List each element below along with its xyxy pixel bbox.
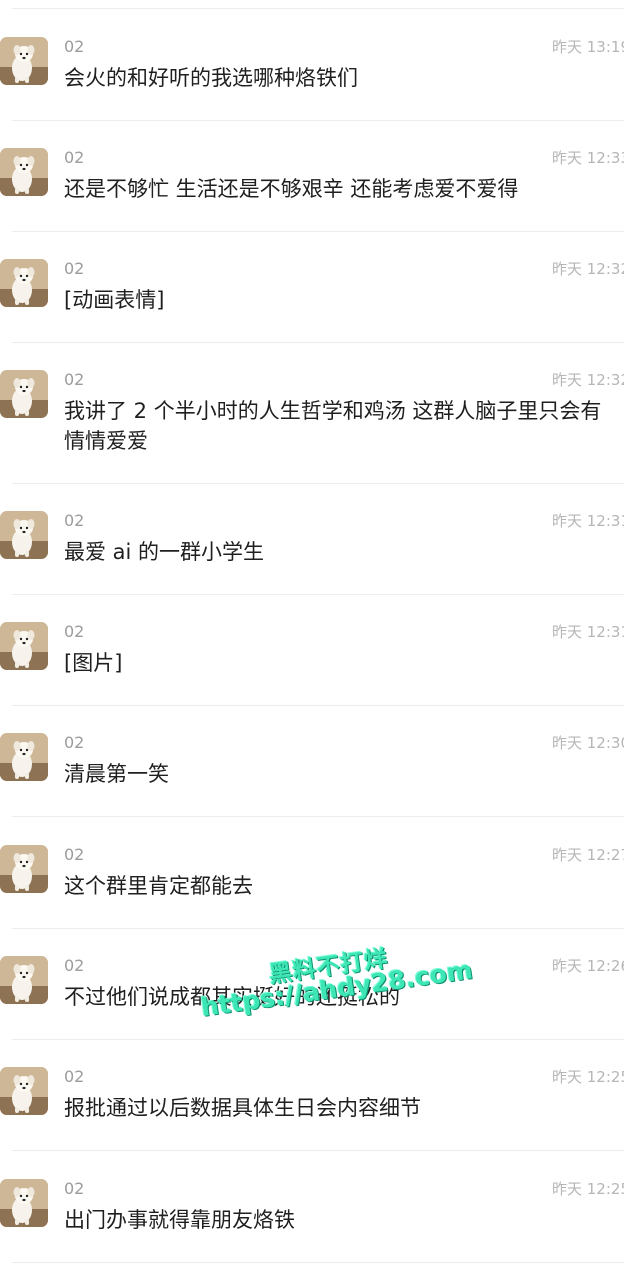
message-text: 清晨第一笑: [64, 762, 169, 786]
avatar[interactable]: [0, 37, 48, 85]
message-time: 昨天 12:31: [552, 512, 624, 530]
divider: [12, 342, 624, 343]
divider: [12, 120, 624, 121]
message-text: 不过他们说成都其实挺好的还挺松的: [64, 985, 400, 1009]
message-text: [动画表情]: [64, 288, 165, 312]
avatar[interactable]: [0, 511, 48, 559]
dog-icon: [0, 622, 48, 670]
divider: [12, 1150, 624, 1151]
message-text: 会火的和好听的我选哪种烙铁们: [64, 66, 358, 90]
message-time: 昨天 12:31: [552, 623, 624, 641]
sender-name: 02: [64, 370, 85, 389]
dog-icon: [0, 370, 48, 418]
avatar[interactable]: [0, 370, 48, 418]
divider: [12, 705, 624, 706]
sender-name: 02: [64, 148, 85, 167]
divider: [12, 231, 624, 232]
sender-name: 02: [64, 845, 85, 864]
avatar[interactable]: [0, 622, 48, 670]
avatar[interactable]: [0, 1179, 48, 1227]
divider: [12, 816, 624, 817]
message-time: 昨天 12:33: [552, 149, 624, 167]
dog-icon: [0, 37, 48, 85]
divider: [12, 594, 624, 595]
avatar[interactable]: [0, 733, 48, 781]
avatar[interactable]: [0, 1067, 48, 1115]
message-time: 昨天 12:32: [552, 371, 624, 389]
dog-icon: [0, 259, 48, 307]
divider: [12, 928, 624, 929]
message-text: 这个群里肯定都能去: [64, 874, 253, 898]
avatar[interactable]: [0, 259, 48, 307]
message-text: 出门办事就得靠朋友烙铁: [64, 1208, 295, 1232]
conversation-list: 02 昨天 13:19 会火的和好听的我选哪种烙铁们 02 昨天 12:33 还…: [0, 0, 624, 1280]
sender-name: 02: [64, 622, 85, 641]
message-text: 报批通过以后数据具体生日会内容细节: [64, 1096, 421, 1120]
sender-name: 02: [64, 733, 85, 752]
avatar[interactable]: [0, 148, 48, 196]
dog-icon: [0, 1179, 48, 1227]
sender-name: 02: [64, 1067, 85, 1086]
avatar[interactable]: [0, 845, 48, 893]
avatar[interactable]: [0, 956, 48, 1004]
divider: [12, 8, 624, 9]
dog-icon: [0, 733, 48, 781]
sender-name: 02: [64, 37, 85, 56]
message-text: 我讲了 2 个半小时的人生哲学和鸡汤 这群人脑子里只会有情情爱爱: [64, 399, 602, 453]
dog-icon: [0, 845, 48, 893]
sender-name: 02: [64, 956, 85, 975]
message-time: 昨天 12:30: [552, 734, 624, 752]
dog-icon: [0, 956, 48, 1004]
dog-icon: [0, 148, 48, 196]
divider: [12, 483, 624, 484]
dog-icon: [0, 1067, 48, 1115]
message-time: 昨天 12:26: [552, 957, 624, 975]
sender-name: 02: [64, 1179, 85, 1198]
sender-name: 02: [64, 511, 85, 530]
message-text: 最爱 ai 的一群小学生: [64, 540, 265, 564]
message-text: [图片]: [64, 651, 123, 675]
message-time: 昨天 12:27: [552, 846, 624, 864]
divider: [12, 1039, 624, 1040]
message-time: 昨天 12:25: [552, 1180, 624, 1198]
message-time: 昨天 13:19: [552, 38, 624, 56]
message-time: 昨天 12:32: [552, 260, 624, 278]
dog-icon: [0, 511, 48, 559]
message-text: 还是不够忙 生活还是不够艰辛 还能考虑爱不爱得: [64, 177, 519, 201]
sender-name: 02: [64, 259, 85, 278]
message-time: 昨天 12:25: [552, 1068, 624, 1086]
divider: [12, 1262, 624, 1263]
